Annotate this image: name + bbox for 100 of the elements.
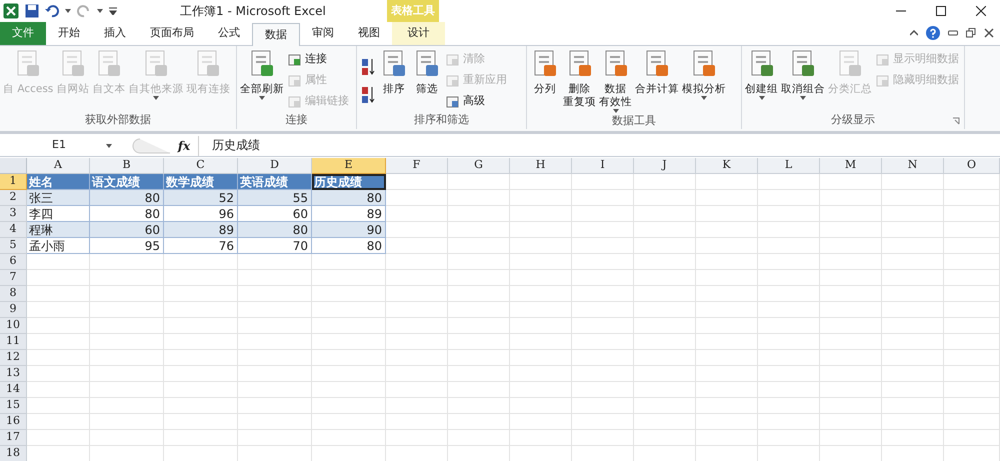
grid-cell[interactable] xyxy=(510,286,572,302)
collapse-ribbon-icon[interactable] xyxy=(910,30,918,36)
undo-icon[interactable] xyxy=(45,4,59,18)
grid-cell[interactable] xyxy=(758,350,820,366)
grid-cell[interactable] xyxy=(386,238,448,254)
row-header[interactable]: 8 xyxy=(0,286,27,302)
sort-descending-icon[interactable] xyxy=(361,86,375,104)
grid-cell[interactable] xyxy=(944,350,1000,366)
grid-cell[interactable] xyxy=(90,398,164,414)
table-cell[interactable]: 语文成绩 xyxy=(90,174,164,190)
grid-cell[interactable] xyxy=(820,254,882,270)
grid-cell[interactable] xyxy=(572,430,634,446)
grid-cell[interactable] xyxy=(448,222,510,238)
table-cell[interactable]: 80 xyxy=(312,190,386,206)
grid-cell[interactable] xyxy=(448,366,510,382)
grid-cell[interactable] xyxy=(758,430,820,446)
grid-cell[interactable] xyxy=(312,366,386,382)
grid-cell[interactable] xyxy=(696,206,758,222)
insert-function-label[interactable]: fx xyxy=(170,136,198,154)
redo-icon[interactable] xyxy=(77,4,91,18)
grid-cell[interactable] xyxy=(572,254,634,270)
table-cell[interactable]: 60 xyxy=(90,222,164,238)
grid-cell[interactable] xyxy=(164,398,238,414)
table-cell[interactable]: 80 xyxy=(312,238,386,254)
row-header[interactable]: 1 xyxy=(0,174,27,190)
spreadsheet-logo-icon[interactable] xyxy=(3,3,19,19)
grid-cell[interactable] xyxy=(820,414,882,430)
grid-cell[interactable] xyxy=(696,430,758,446)
column-header[interactable]: A xyxy=(27,158,90,174)
grid-cell[interactable] xyxy=(882,334,944,350)
grid-cell[interactable] xyxy=(634,414,696,430)
ribbon-tab[interactable]: 设计 xyxy=(392,22,445,45)
grid-cell[interactable] xyxy=(758,286,820,302)
grid-cell[interactable] xyxy=(820,206,882,222)
column-header[interactable]: K xyxy=(696,158,758,174)
grid-cell[interactable] xyxy=(27,398,90,414)
grid-cell[interactable] xyxy=(27,430,90,446)
grid-cell[interactable] xyxy=(882,366,944,382)
grid-cell[interactable] xyxy=(312,398,386,414)
grid-cell[interactable] xyxy=(572,286,634,302)
table-cell[interactable]: 数学成绩 xyxy=(164,174,238,190)
grid-cell[interactable] xyxy=(312,334,386,350)
customize-toolbar-icon[interactable] xyxy=(109,7,117,15)
row-header[interactable]: 17 xyxy=(0,430,27,446)
row-header[interactable]: 12 xyxy=(0,350,27,366)
grid-cell[interactable] xyxy=(164,270,238,286)
grid-cell[interactable] xyxy=(90,286,164,302)
grid-cell[interactable] xyxy=(510,318,572,334)
ribbon-button[interactable]: 创建组 xyxy=(744,46,779,111)
row-header[interactable]: 2 xyxy=(0,190,27,206)
grid-cell[interactable] xyxy=(448,414,510,430)
grid-cell[interactable] xyxy=(448,430,510,446)
grid-cell[interactable] xyxy=(882,238,944,254)
column-header[interactable]: H xyxy=(510,158,572,174)
grid-cell[interactable] xyxy=(27,382,90,398)
grid-cell[interactable] xyxy=(572,318,634,334)
grid-cell[interactable] xyxy=(944,238,1000,254)
table-cell[interactable]: 96 xyxy=(164,206,238,222)
grid-cell[interactable] xyxy=(164,366,238,382)
grid-cell[interactable] xyxy=(572,382,634,398)
column-header[interactable]: D xyxy=(238,158,312,174)
grid-cell[interactable] xyxy=(882,254,944,270)
grid-cell[interactable] xyxy=(510,270,572,286)
ribbon-button[interactable]: 全部刷新 xyxy=(239,46,285,112)
grid-cell[interactable] xyxy=(510,206,572,222)
save-icon[interactable] xyxy=(25,4,39,18)
grid-cell[interactable] xyxy=(882,382,944,398)
grid-cell[interactable] xyxy=(238,398,312,414)
grid-cell[interactable] xyxy=(944,286,1000,302)
grid-cell[interactable] xyxy=(386,302,448,318)
grid-cell[interactable] xyxy=(90,430,164,446)
grid-cell[interactable] xyxy=(820,398,882,414)
grid-cell[interactable] xyxy=(27,350,90,366)
grid-cell[interactable] xyxy=(572,174,634,190)
grid-cell[interactable] xyxy=(882,430,944,446)
grid-cell[interactable] xyxy=(90,414,164,430)
grid-cell[interactable] xyxy=(238,430,312,446)
row-header[interactable]: 6 xyxy=(0,254,27,270)
minimize-icon[interactable] xyxy=(948,30,958,36)
grid-cell[interactable] xyxy=(758,222,820,238)
grid-cell[interactable] xyxy=(386,382,448,398)
grid-cell[interactable] xyxy=(634,190,696,206)
grid-cell[interactable] xyxy=(164,254,238,270)
grid-cell[interactable] xyxy=(448,254,510,270)
column-header[interactable]: I xyxy=(572,158,634,174)
table-cell[interactable]: 英语成绩 xyxy=(238,174,312,190)
grid-cell[interactable] xyxy=(758,190,820,206)
help-icon[interactable] xyxy=(926,26,940,40)
column-header[interactable]: J xyxy=(634,158,696,174)
grid-cell[interactable] xyxy=(312,302,386,318)
row-header[interactable]: 4 xyxy=(0,222,27,238)
grid-cell[interactable] xyxy=(386,350,448,366)
grid-cell[interactable] xyxy=(882,206,944,222)
ribbon-button[interactable]: 删除 重复项 xyxy=(562,46,597,113)
grid-cell[interactable] xyxy=(90,334,164,350)
name-box[interactable]: E1 xyxy=(0,136,120,154)
grid-cell[interactable] xyxy=(27,414,90,430)
grid-cell[interactable] xyxy=(758,238,820,254)
grid-cell[interactable] xyxy=(944,398,1000,414)
grid-cell[interactable] xyxy=(312,318,386,334)
